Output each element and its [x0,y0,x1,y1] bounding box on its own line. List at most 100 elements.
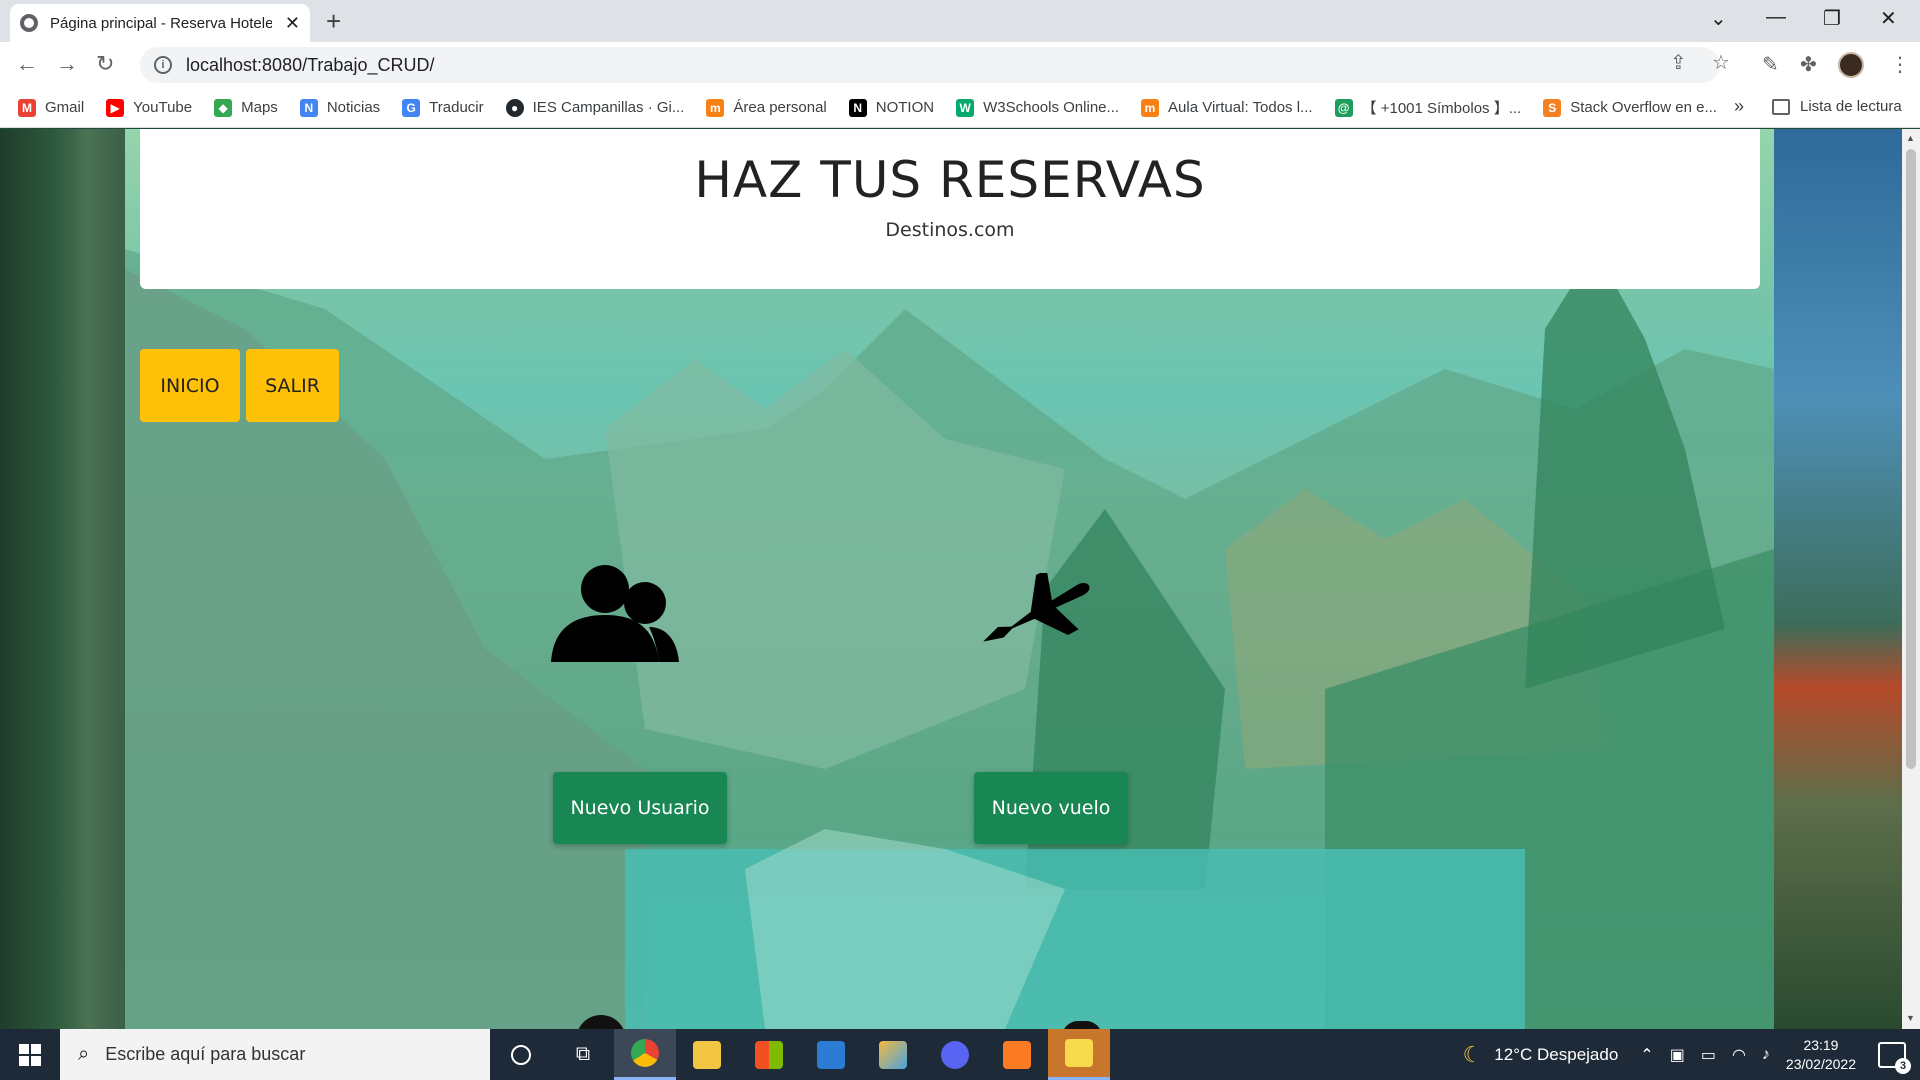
page-title: HAZ TUS RESERVAS [694,151,1206,209]
inicio-button[interactable]: INICIO [140,349,240,422]
bookmark-aula-virtual[interactable]: m Aula Virtual: Todos l... [1141,98,1313,117]
moodle-icon: m [1141,98,1160,117]
bookmark-maps[interactable]: ◆ Maps [214,98,278,117]
browser-tab-active[interactable]: Página principal - Reserva Hotele ✕ [10,4,310,42]
close-window-button[interactable]: ✕ [1880,6,1897,31]
weather-widget[interactable]: ☾ 12°C Despejado [1463,1042,1619,1068]
battery-icon[interactable]: ▭ [1701,1045,1716,1065]
moodle-icon: m [706,98,725,117]
extensions-icon[interactable]: ✤ [1800,52,1817,77]
menu-kebab-icon[interactable]: ⋮ [1890,52,1910,77]
windows-logo-icon [19,1043,41,1066]
taskbar-3d-app[interactable] [862,1029,924,1080]
github-icon: ● [505,98,524,117]
notification-center-icon[interactable]: 3 [1878,1041,1911,1074]
globe-icon [20,14,38,32]
browser-toolbar: ← → ↻ i localhost:8080/Trabajo_CRUD/ ⇪ ☆… [0,42,1920,88]
gmail-icon: M [18,98,36,117]
stackoverflow-icon: S [1543,98,1562,117]
bookmark-gmail[interactable]: M Gmail [18,98,84,117]
task-view-button[interactable]: ⧉ [552,1029,614,1080]
cube-icon [879,1040,907,1069]
w3schools-icon: W [956,98,975,117]
back-arrow-icon[interactable]: ← [16,51,38,77]
scroll-thumb[interactable] [1906,149,1916,769]
moon-icon: ☾ [1462,1041,1483,1067]
page-viewport: HAZ TUS RESERVAS Destinos.com INICIO SAL… [0,129,1902,1029]
new-tab-button[interactable]: + [326,6,341,37]
chrome-icon [631,1039,659,1067]
bookmark-notion[interactable]: N NOTION [848,98,934,117]
page-header: HAZ TUS RESERVAS Destinos.com [140,129,1760,289]
chevron-up-icon[interactable]: ⌃ [1640,1045,1653,1065]
discord-icon [941,1040,969,1069]
bookmark-area-personal[interactable]: m Área personal [706,98,827,117]
page-subtitle: Destinos.com [885,219,1015,241]
taskbar-store[interactable] [738,1029,800,1080]
scroll-up-arrow-icon[interactable]: ▲ [1906,133,1915,143]
reading-list-icon [1772,98,1790,115]
bookmark-youtube[interactable]: ▶ YouTube [106,98,192,117]
eyedropper-icon[interactable]: ✎ [1762,52,1779,77]
volume-icon[interactable]: ♪ [1762,1046,1770,1064]
meet-icon[interactable]: ▣ [1670,1045,1685,1065]
taskbar-discord[interactable] [924,1029,986,1080]
sticky-notes-icon [1065,1039,1093,1067]
wifi-icon[interactable]: ◠ [1732,1045,1746,1065]
salir-button[interactable]: SALIR [246,349,339,422]
bookmark-stackoverflow[interactable]: S Stack Overflow en e... [1543,98,1717,117]
minimize-button[interactable]: — [1766,6,1786,29]
windows-taskbar: ⌕ Escribe aquí para buscar ⧉ ☾ 12°C Desp… [0,1029,1920,1080]
cortana-icon [511,1044,531,1065]
store-icon [755,1040,783,1069]
bookmark-star-icon[interactable]: ☆ [1712,50,1730,75]
nuevo-usuario-button[interactable]: Nuevo Usuario [553,772,727,844]
news-icon: N [299,98,318,117]
clock-time: 23:19 [1803,1036,1839,1053]
bookmark-w3schools[interactable]: W W3Schools Online... [956,98,1119,117]
taskbar-sticky-notes[interactable] [1048,1029,1110,1080]
restore-button[interactable]: ❐ [1823,6,1841,31]
notification-badge: 3 [1895,1057,1911,1074]
bookmarks-bar: M Gmail ▶ YouTube ◆ Maps N Noticias G Traduci… [0,88,1920,128]
share-icon[interactable]: ⇪ [1670,50,1687,75]
search-icon: ⌕ [78,1043,90,1065]
reading-list-button[interactable]: Lista de lectura [1772,98,1902,115]
start-button[interactable] [0,1029,60,1080]
tab-search-icon[interactable]: ⌄ [1710,6,1727,31]
taskbar-file-explorer[interactable] [676,1029,738,1080]
bookmark-github[interactable]: ● IES Campanillas · Gi... [505,98,684,117]
system-tray: ☾ 12°C Despejado ⌃ ▣ ▭ ◠ ♪ 23:19 23/02/2… [1463,1029,1920,1080]
taskbar-chrome[interactable] [614,1029,676,1080]
site-info-icon[interactable]: i [154,56,172,74]
tab-title: Página principal - Reserva Hotele [50,14,272,32]
address-bar[interactable]: i localhost:8080/Trabajo_CRUD/ [140,47,1720,83]
reload-icon[interactable]: ↻ [96,51,114,77]
cortana-button[interactable] [490,1029,552,1080]
bookmarks-overflow-button[interactable]: » [1734,96,1744,117]
clock-date: 23/02/2022 [1785,1055,1856,1072]
profile-avatar[interactable] [1838,52,1864,78]
youtube-icon: ▶ [106,98,125,117]
browser-tab-strip: Página principal - Reserva Hotele ✕ + ⌄ … [0,0,1920,42]
taskbar-search[interactable]: ⌕ Escribe aquí para buscar [60,1029,490,1080]
bookmark-simbolos[interactable]: @ 【 +1001 Símbolos 】... [1334,97,1521,118]
background-forest-right [1774,129,1902,1029]
folder-icon [693,1040,721,1069]
taskbar-xampp[interactable] [986,1029,1048,1080]
mail-icon [817,1040,845,1069]
bookmark-noticias[interactable]: N Noticias [299,98,380,117]
page-scrollbar[interactable]: ▲ ▼ [1902,129,1920,1029]
maps-icon: ◆ [214,98,233,117]
bookmark-traducir[interactable]: G Traducir [402,98,484,117]
taskbar-mail[interactable] [800,1029,862,1080]
scroll-down-arrow-icon[interactable]: ▼ [1906,1013,1915,1023]
airplane-icon [983,573,1090,642]
notion-icon: N [848,98,867,117]
xampp-icon [1003,1040,1031,1069]
nuevo-vuelo-button[interactable]: Nuevo vuelo [974,772,1128,844]
clock[interactable]: 23:19 23/02/2022 [1786,1036,1856,1074]
forward-arrow-icon[interactable]: → [56,51,78,77]
weather-text: 12°C Despejado [1494,1044,1619,1064]
close-tab-icon[interactable]: ✕ [285,13,300,34]
